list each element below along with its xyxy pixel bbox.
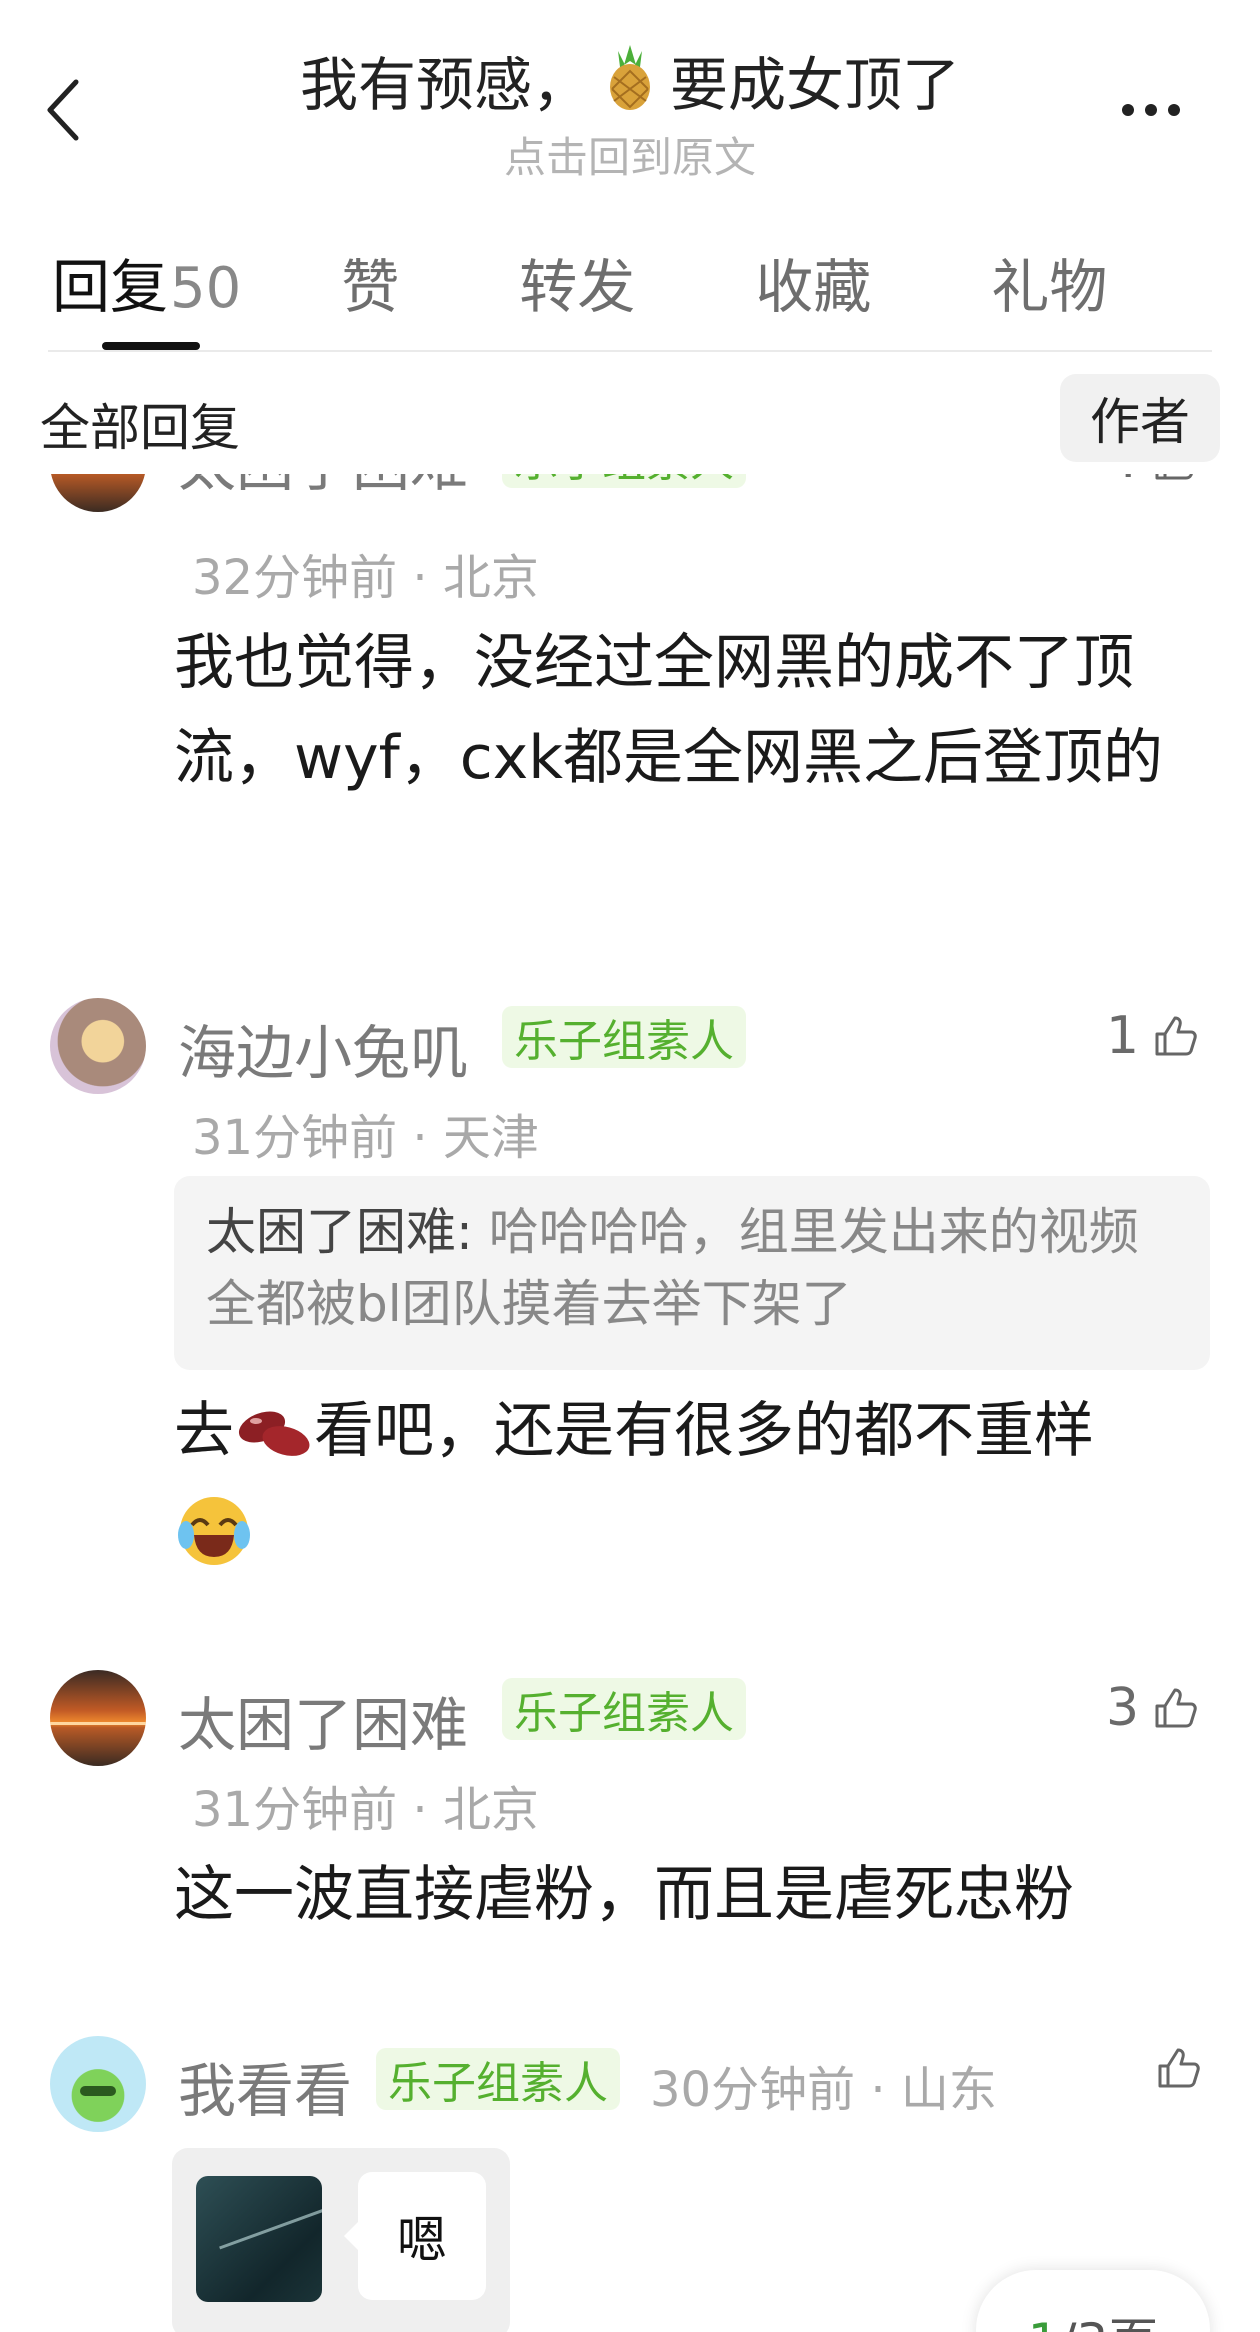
avatar[interactable] (50, 2036, 146, 2132)
comment-text-end: 看吧，还是有很多的都不重样 (314, 1396, 1094, 1466)
comment-text: 我也觉得，没经过全网黑的成不了顶流，wyf，cxk都是全网黑之后登顶的 (174, 628, 1163, 793)
tab-bar: 回复50 赞 转发 收藏 礼物 (52, 240, 1107, 324)
total-pages: /3页 (1060, 2313, 1159, 2332)
more-options-icon[interactable] (1122, 104, 1180, 116)
like-button[interactable] (1154, 2044, 1202, 2092)
back-to-original-link[interactable]: 点击回到原文 (0, 124, 1260, 185)
tab-reposts[interactable]: 转发 (519, 240, 635, 324)
like-count: 4 (1106, 474, 1139, 490)
tab-replies-label: 回复 (52, 253, 169, 321)
red-bean-icon (234, 1396, 314, 1491)
comment-time-location: 30分钟前 · 山东 (650, 2062, 997, 2118)
comment-text: 去 看吧，还是有很多的都不重样 (174, 1384, 1214, 1599)
like-count: 1 (1106, 1006, 1140, 1066)
tab-replies-count: 50 (170, 256, 242, 321)
comment-username[interactable]: 我看看 (178, 2044, 352, 2128)
tab-divider (48, 350, 1212, 352)
laughing-tears-icon (174, 1491, 254, 1599)
comment-time-location: 32分钟前 · 北京 (192, 550, 539, 606)
tab-favorites[interactable]: 收藏 (755, 240, 871, 324)
like-button[interactable]: 3 (1106, 1678, 1199, 1738)
post-title[interactable]: 我有预感， 要成女顶了 (0, 38, 1260, 127)
current-page: 1 (1028, 2313, 1060, 2332)
comment-username[interactable]: 太困了困难 (178, 474, 468, 502)
comment-text-start: 去 (174, 1396, 234, 1466)
avatar[interactable] (50, 1670, 146, 1766)
author-only-button[interactable]: 作者 (1060, 374, 1220, 462)
all-replies-filter[interactable]: 全部回复 (40, 388, 240, 460)
tab-replies[interactable]: 回复50 (52, 240, 241, 324)
page-indicator[interactable]: 1/3页 (976, 2270, 1210, 2332)
comment-username[interactable]: 海边小兔叽 (178, 1006, 468, 1090)
thumbs-up-icon (1158, 2048, 1200, 2088)
comment-username[interactable]: 太困了困难 (178, 1678, 468, 1762)
image-thumbnail[interactable] (196, 2176, 322, 2302)
quoted-reply[interactable]: 太困了困难: 哈哈哈哈，组里发出来的视频全都被bl团队摸着去举下架了 (174, 1176, 1210, 1370)
thumbs-up-icon (1155, 474, 1193, 480)
avatar[interactable] (50, 998, 146, 1094)
user-tag-badge: 乐子组素人 (502, 1678, 746, 1740)
thumbs-up-icon (1155, 1016, 1197, 1056)
comment-time-location: 31分钟前 · 北京 (192, 1782, 539, 1838)
thumbs-up-icon (1155, 1688, 1197, 1728)
tab-gifts[interactable]: 礼物 (991, 240, 1107, 324)
media-attachment[interactable]: 嗯 (172, 2148, 510, 2332)
active-tab-indicator (102, 342, 200, 350)
like-button[interactable]: 1 (1106, 1006, 1199, 1066)
avatar[interactable] (50, 474, 146, 512)
tab-likes[interactable]: 赞 (341, 240, 399, 324)
pineapple-icon (594, 41, 666, 127)
comment-header-clipped: 太困了困难 乐子组素人 4 (0, 474, 1260, 512)
like-button[interactable]: 4 (1106, 474, 1199, 490)
user-tag-badge: 乐子组素人 (502, 474, 746, 488)
like-count: 3 (1106, 1678, 1140, 1738)
title-text-end: 要成女顶了 (670, 51, 961, 119)
comment-time-location: 31分钟前 · 天津 (192, 1110, 539, 1166)
user-tag-badge: 乐子组素人 (376, 2048, 620, 2110)
title-text-start: 我有预感， (299, 51, 590, 119)
media-caption: 嗯 (344, 2172, 486, 2300)
quoted-username: 太困了困难: (206, 1203, 473, 1261)
comment-text: 这一波直接虐粉，而且是虐死忠粉 (174, 1860, 1074, 1930)
user-tag-badge: 乐子组素人 (502, 1006, 746, 1068)
